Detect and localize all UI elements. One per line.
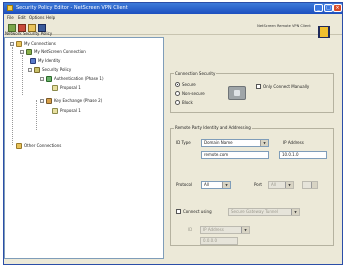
- ip-address-value: 10.0.1.0: [282, 152, 299, 157]
- folder-icon: [16, 143, 22, 149]
- connect-using-label: Connect using: [183, 209, 212, 214]
- tree-item-my-netscreen-connection[interactable]: My NetScreen Connection: [34, 49, 86, 55]
- minimize-button[interactable]: _: [314, 4, 323, 12]
- menu-options[interactable]: Options: [29, 15, 44, 21]
- port-value: All: [271, 182, 276, 187]
- chevron-down-icon: ▼: [285, 182, 293, 188]
- menu-file[interactable]: File: [7, 15, 14, 21]
- id-type-label: ID Type: [176, 140, 191, 145]
- port-select[interactable]: All ▼: [268, 181, 294, 189]
- folder-icon: [16, 41, 22, 47]
- id-label: ID: [188, 227, 193, 232]
- id-type-select[interactable]: Domain Name ▼: [201, 139, 269, 147]
- radio-block-label: Block: [182, 100, 193, 105]
- chevron-down-icon: ▼: [241, 227, 249, 233]
- collapse-toggle[interactable]: -: [28, 68, 32, 72]
- connection-icon: [26, 49, 32, 55]
- only-connect-manually-checkbox[interactable]: [256, 84, 261, 89]
- logo-mark: [320, 27, 328, 37]
- protocol-select[interactable]: All ▼: [201, 181, 231, 189]
- menu-help[interactable]: Help: [46, 15, 55, 21]
- product-caption: NetScreen Remote VPN Client: [257, 24, 311, 28]
- radio-non-secure[interactable]: [175, 91, 180, 96]
- chevron-down-icon: ▼: [222, 182, 230, 188]
- port-number-field[interactable]: [302, 181, 318, 189]
- collapse-toggle[interactable]: -: [40, 99, 44, 103]
- tree-line: [22, 55, 23, 95]
- tree-item-security-policy[interactable]: Security Policy: [42, 67, 71, 73]
- tree-item-authentication[interactable]: Authentication (Phase 1): [54, 76, 104, 82]
- window-title: Security Policy Editor - NetScreen VPN C…: [16, 5, 128, 11]
- proposal-icon: [52, 85, 58, 91]
- chevron-down-icon: ▼: [291, 209, 299, 215]
- tree-item-my-connections[interactable]: My Connections: [24, 41, 56, 47]
- port-label: Port: [254, 182, 262, 187]
- radio-secure[interactable]: [175, 82, 180, 87]
- protocol-value: All: [204, 182, 209, 187]
- collapse-toggle[interactable]: -: [40, 77, 44, 81]
- security-policy-icon: [34, 67, 40, 73]
- tree-item-my-identity[interactable]: My Identity: [38, 58, 60, 64]
- key-icon: [46, 76, 52, 82]
- key-exchange-icon: [46, 98, 52, 104]
- close-button[interactable]: ×: [333, 4, 342, 12]
- tree-line: [36, 100, 37, 130]
- title-bar: Security Policy Editor - NetScreen VPN C…: [4, 3, 342, 14]
- identity-icon: [30, 58, 36, 64]
- protocol-label: Protocol: [176, 182, 193, 187]
- tree-item-other-connections[interactable]: Other Connections: [24, 143, 61, 149]
- only-connect-manually-label: Only Connect Manually: [263, 84, 310, 89]
- collapse-toggle[interactable]: -: [10, 42, 14, 46]
- id-type-value: Domain Name: [204, 140, 233, 145]
- collapse-toggle[interactable]: -: [20, 50, 24, 54]
- connect-using-value: Secure Gateway Tunnel: [231, 209, 278, 214]
- gateway-address-field[interactable]: 0.0.0.0: [200, 237, 238, 245]
- radio-secure-label: Secure: [182, 82, 196, 87]
- radio-non-secure-label: Non-secure: [182, 91, 205, 96]
- domain-name-value: remote.com: [204, 152, 229, 157]
- app-icon: [7, 5, 13, 11]
- spinner-icon: [311, 182, 317, 188]
- tree-line: [12, 47, 13, 145]
- radio-block[interactable]: [175, 100, 180, 105]
- ip-address-label: IP Address: [283, 140, 304, 145]
- menu-edit[interactable]: Edit: [18, 15, 26, 21]
- domain-name-field[interactable]: remote.com: [201, 151, 269, 159]
- connect-using-select[interactable]: Secure Gateway Tunnel ▼: [228, 208, 300, 216]
- connect-using-checkbox[interactable]: [176, 209, 181, 214]
- remote-party-title: Remote Party Identity and Addressing: [174, 125, 252, 130]
- proposal-icon: [52, 108, 58, 114]
- ip-address-field[interactable]: 10.0.1.0: [279, 151, 327, 159]
- chevron-down-icon: ▼: [260, 140, 268, 146]
- id-select[interactable]: IP Address ▼: [200, 226, 250, 234]
- menu-bar: File Edit Options Help: [4, 14, 342, 22]
- tree-item-proposal-1[interactable]: Proposal 1: [60, 85, 81, 91]
- tree-item-key-exchange[interactable]: Key Exchange (Phase 2): [54, 98, 102, 104]
- tree-item-proposal-1-phase2[interactable]: Proposal 1: [60, 108, 81, 114]
- connection-security-title: Connection Security: [174, 71, 217, 76]
- gateway-address-value: 0.0.0.0: [203, 238, 217, 243]
- id-value: IP Address: [203, 227, 224, 232]
- lock-icon: [234, 90, 240, 96]
- maximize-button[interactable]: □: [324, 4, 333, 12]
